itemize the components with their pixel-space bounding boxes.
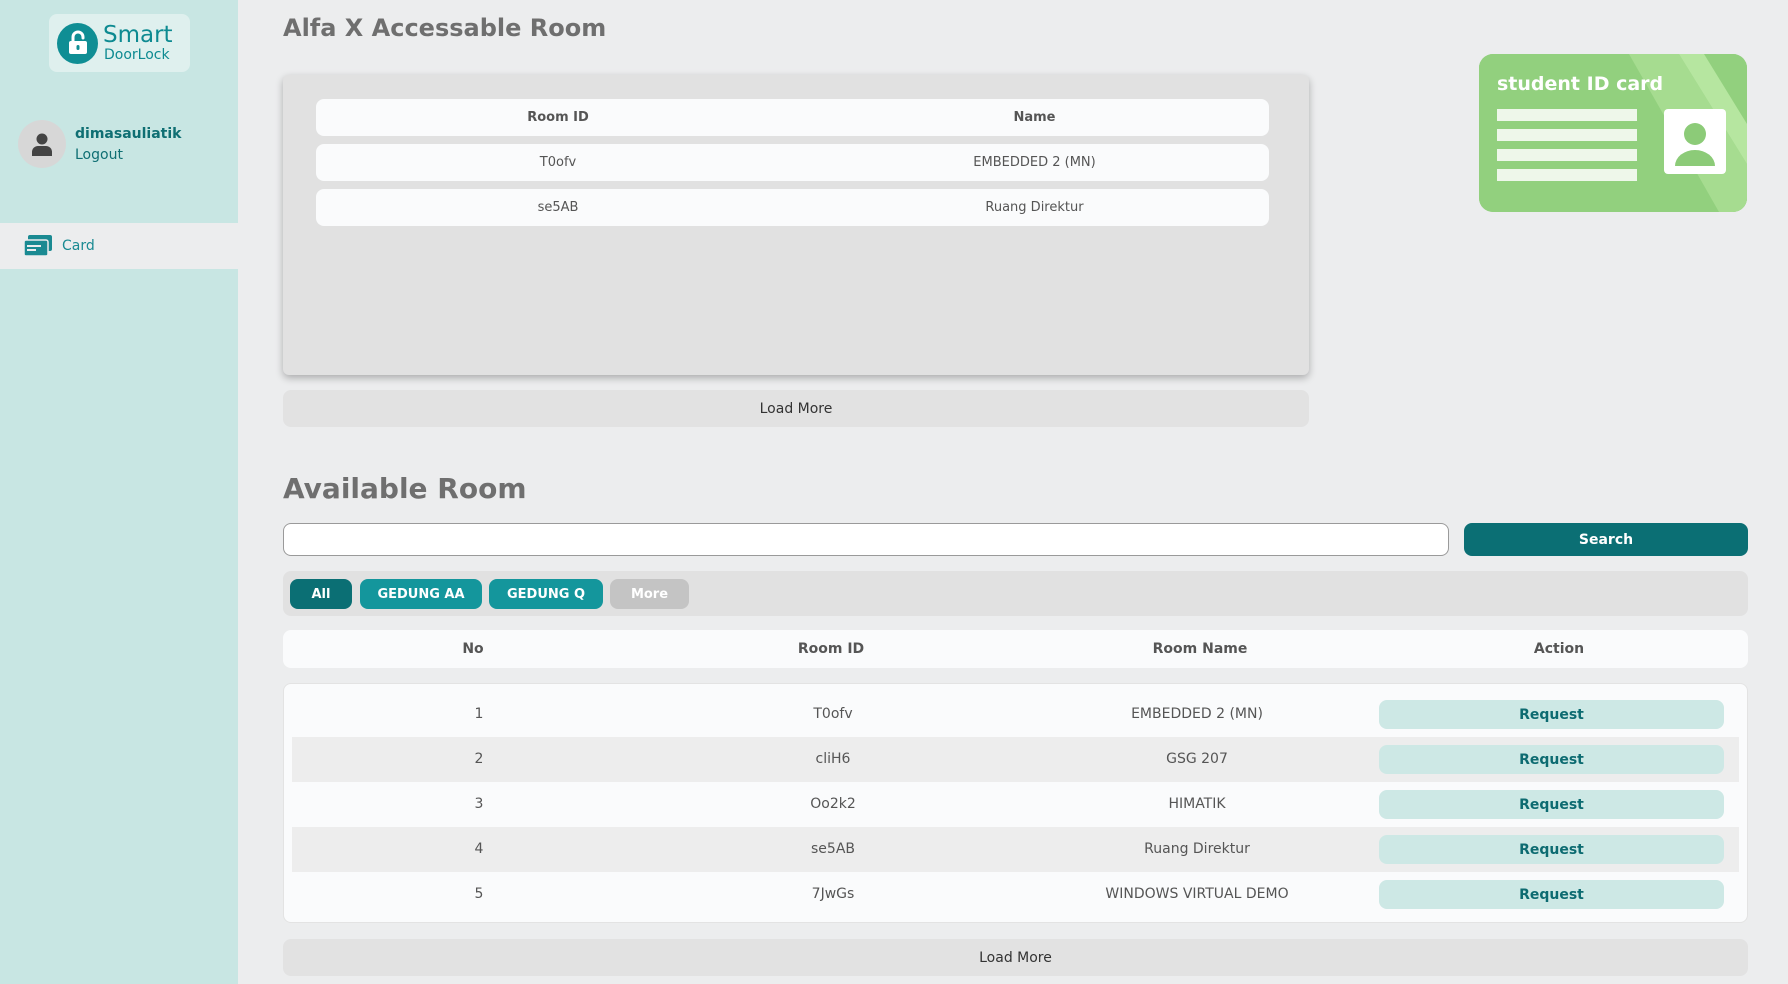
room-name-cell: EMBEDDED 2 (MN) xyxy=(1131,706,1263,722)
room-name-cell: Ruang Direktur xyxy=(985,200,1084,215)
filter-bar: All GEDUNG AA GEDUNG Q More xyxy=(283,571,1748,616)
cards-icon xyxy=(23,235,52,257)
search-input[interactable] xyxy=(283,523,1449,556)
no-cell: 5 xyxy=(474,886,484,902)
room-name-cell: WINDOWS VIRTUAL DEMO xyxy=(1105,886,1289,902)
room-id-cell: Oo2k2 xyxy=(810,796,856,812)
table-row: 5 7JwGs WINDOWS VIRTUAL DEMO Request xyxy=(292,872,1739,917)
sidebar-item-label: Card xyxy=(62,238,95,254)
header-room-id: Room ID xyxy=(797,641,865,657)
filter-all[interactable]: All xyxy=(290,579,352,609)
room-name-cell: Ruang Direktur xyxy=(1144,841,1250,857)
room-id-cell: 7JwGs xyxy=(811,886,855,902)
filter-gedung-q[interactable]: GEDUNG Q xyxy=(489,579,603,609)
request-button[interactable]: Request xyxy=(1379,745,1724,774)
request-button[interactable]: Request xyxy=(1379,880,1724,909)
request-button[interactable]: Request xyxy=(1379,700,1724,729)
room-id-cell: cliH6 xyxy=(815,751,851,767)
accessible-rooms-title: Alfa X Accessable Room xyxy=(283,14,607,42)
logo-doorlock-text: DoorLock xyxy=(104,47,170,63)
accessible-row: T0ofv EMBEDDED 2 (MN) xyxy=(316,144,1269,181)
room-name-cell: GSG 207 xyxy=(1166,751,1228,767)
header-room-id: Room ID xyxy=(527,110,589,125)
available-load-more-button[interactable]: Load More xyxy=(283,939,1748,976)
room-id-cell: T0ofv xyxy=(813,706,853,722)
avatar xyxy=(18,120,66,168)
accessible-load-more-button[interactable]: Load More xyxy=(283,390,1309,427)
table-row: 4 se5AB Ruang Direktur Request xyxy=(292,827,1739,872)
table-row: 2 cliH6 GSG 207 Request xyxy=(292,737,1739,782)
table-row: 1 T0ofv EMBEDDED 2 (MN) Request xyxy=(292,692,1739,737)
student-id-card-illustration: student ID card xyxy=(1479,54,1747,212)
room-id-cell: se5AB xyxy=(537,200,579,215)
user-silhouette-icon xyxy=(32,133,52,156)
unlocked-padlock-icon xyxy=(57,22,98,64)
sidebar: Smart DoorLock dimasauliatik Logout Card xyxy=(0,0,238,984)
request-button[interactable]: Request xyxy=(1379,835,1724,864)
no-cell: 1 xyxy=(474,706,484,722)
no-cell: 4 xyxy=(474,841,484,857)
room-id-cell: se5AB xyxy=(811,841,855,857)
search-button[interactable]: Search xyxy=(1464,523,1748,556)
logo-smart-text: Smart xyxy=(103,22,173,48)
room-name-cell: EMBEDDED 2 (MN) xyxy=(973,155,1096,170)
header-action: Action xyxy=(1533,641,1585,657)
id-card-label: student ID card xyxy=(1497,73,1664,95)
app-logo[interactable]: Smart DoorLock xyxy=(49,14,190,72)
rooms-table-body: 1 T0ofv EMBEDDED 2 (MN) Request 2 cliH6 … xyxy=(283,683,1748,923)
filter-more[interactable]: More xyxy=(610,579,689,609)
header-no: No xyxy=(462,641,484,657)
user-profile: dimasauliatik Logout xyxy=(18,120,181,168)
accessible-rooms-panel: Room ID Name T0ofv EMBEDDED 2 (MN) se5AB… xyxy=(283,75,1309,375)
no-cell: 3 xyxy=(474,796,484,812)
room-name-cell: HIMATIK xyxy=(1168,796,1226,812)
no-cell: 2 xyxy=(474,751,484,767)
table-row: 3 Oo2k2 HIMATIK Request xyxy=(292,782,1739,827)
header-name: Name xyxy=(1013,110,1056,125)
logout-link[interactable]: Logout xyxy=(75,147,181,163)
username: dimasauliatik xyxy=(75,125,182,142)
accessible-table-header: Room ID Name xyxy=(316,99,1269,136)
accessible-row: se5AB Ruang Direktur xyxy=(316,189,1269,226)
filter-gedung-aa[interactable]: GEDUNG AA xyxy=(360,579,482,609)
rooms-table-header: No Room ID Room Name Action xyxy=(283,630,1748,668)
sidebar-item-card[interactable]: Card xyxy=(0,223,238,269)
request-button[interactable]: Request xyxy=(1379,790,1724,819)
available-rooms-title: Available Room xyxy=(283,472,527,505)
room-id-cell: T0ofv xyxy=(539,155,577,170)
header-room-name: Room Name xyxy=(1152,641,1248,657)
